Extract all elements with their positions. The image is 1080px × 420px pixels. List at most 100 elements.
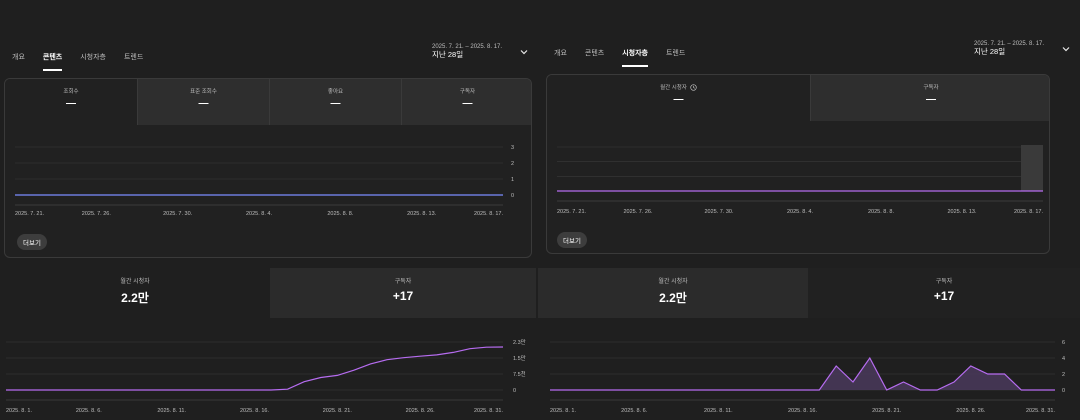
- audience-metrics-card: 월간 시청자 — 구독자 — 32102025. 7. 21.2025. 7. …: [546, 74, 1050, 254]
- x-tick-label: 2025. 8. 17.: [1014, 209, 1044, 215]
- x-tick-label: 2025. 8. 1.: [550, 408, 576, 414]
- y-tick-label: 2: [1062, 372, 1065, 378]
- date-range-picker[interactable]: 2025. 7. 21. – 2025. 8. 17. 지난 28일: [974, 40, 1044, 56]
- x-tick-label: 2025. 8. 31.: [474, 408, 504, 414]
- y-tick-label: 4: [1062, 356, 1065, 362]
- metric-label: 월간 시청자: [658, 279, 688, 285]
- metric-value: —: [66, 98, 76, 109]
- x-tick-label: 2025. 7. 26.: [623, 209, 653, 215]
- see-more-button[interactable]: 더보기: [557, 232, 587, 248]
- views-line-chart: 3 2 1 0 2025. 7. 21. 2025. 7. 26. 2025. 7. 30.…: [15, 145, 514, 217]
- tab-audience[interactable]: 시청자층: [71, 53, 115, 71]
- metric-value: +17: [392, 289, 414, 303]
- metric-likes[interactable]: 좋아요 —: [269, 79, 401, 125]
- monthly-viewers-line-chart: 2.3만 1.5만 7.5천 0 2025. 8. 1. 2025. 8. 6. 2025.…: [6, 338, 526, 414]
- metric-label: 구독자: [923, 85, 939, 91]
- x-tick-label: 2025. 8. 4.: [246, 211, 272, 217]
- y-tick-label: 2: [511, 161, 514, 167]
- content-metrics-card: 조회수 — 표준 조회수 — 좋아요 — 구독자 — 3 2 1 0 2025. 7. …: [4, 78, 532, 258]
- metric-value: —: [926, 94, 936, 105]
- y-tick-label: 0: [1062, 388, 1065, 394]
- series-line: [6, 346, 504, 391]
- monthly-viewers-card-left: 월간 시청자 2.2만 구독자 +17 2.3만 1.5만 7.5천 0 2025. 8…: [0, 268, 536, 420]
- monthly-viewers-area-chart: 6 4 2 0 2025. 8. 1. 2025. 8. 6. 2025. 8. 11. 20…: [550, 340, 1065, 414]
- x-tick-label: 2025. 7. 26.: [82, 211, 112, 217]
- x-tick-label: 2025. 8. 11.: [704, 408, 733, 414]
- tab-content[interactable]: 콘텐츠: [576, 49, 613, 67]
- chevron-down-icon[interactable]: [519, 47, 529, 57]
- y-tick-label: 1.5만: [513, 354, 526, 362]
- monthly-viewers-card-right: 월간 시청자 2.2만 구독자 +17 6 4 2 0 2025. 8. 1. 2025.…: [538, 268, 1080, 420]
- metric-engaged-views[interactable]: 표준 조회수 —: [137, 79, 269, 125]
- metric-subscribers[interactable]: 구독자 —: [810, 75, 1049, 121]
- metric-value: —: [330, 98, 341, 109]
- metric-label: 구독자: [459, 89, 476, 95]
- x-tick-label: 2025. 8. 6.: [76, 408, 102, 414]
- metric-tab-row: 조회수 — 표준 조회수 — 좋아요 — 구독자 —: [5, 79, 531, 125]
- metric-label: 월간 시청자: [120, 279, 150, 285]
- x-tick-label: 2025. 8. 16.: [240, 408, 270, 414]
- x-tick-label: 2025. 8. 8.: [327, 211, 353, 217]
- right-tab-bar: 개요 콘텐츠 시청자층 트렌드: [545, 49, 694, 67]
- metric-label-row: 월간 시청자: [547, 83, 810, 91]
- left-header: 개요 콘텐츠 시청자층 트렌드 2025. 7. 21. – 2025. 8. …: [0, 38, 538, 71]
- chevron-down-icon[interactable]: [1061, 44, 1071, 54]
- x-tick-label: 2025. 8. 21.: [323, 408, 353, 414]
- y-tick-label: 3: [511, 145, 514, 151]
- y-tick-label: 1: [511, 177, 514, 183]
- see-more-button[interactable]: 더보기: [17, 234, 47, 250]
- y-tick-label: 2.3만: [513, 338, 526, 346]
- metric-tab-row: 월간 시청자 — 구독자 —: [547, 75, 1049, 121]
- x-tick-label: 2025. 7. 21.: [557, 209, 587, 215]
- x-tick-label: 2025. 8. 6.: [621, 408, 647, 414]
- metric-value: 2.2만: [659, 291, 687, 305]
- metric-value: 2.2만: [121, 291, 149, 305]
- hover-band: [1021, 145, 1043, 191]
- metric-value: —: [462, 98, 473, 109]
- y-tick-label: 0: [513, 388, 516, 394]
- metric-label: 표준 조회수: [190, 89, 217, 95]
- y-tick-label: 7.5천: [513, 370, 526, 378]
- x-tick-label: 2025. 8. 8.: [868, 209, 894, 215]
- x-tick-label: 2025. 8. 4.: [787, 209, 813, 215]
- x-tick-label: 2025. 7. 21.: [15, 211, 45, 217]
- x-tick-label: 2025. 8. 11.: [157, 408, 186, 414]
- tab-trends[interactable]: 트렌드: [115, 53, 152, 71]
- x-tick-label: 2025. 8. 13.: [407, 211, 437, 217]
- x-tick-label: 2025. 8. 31.: [1026, 408, 1056, 414]
- clock-icon: [690, 83, 697, 91]
- y-tick-label: 6: [1062, 340, 1065, 346]
- date-period-label: 지난 28일: [432, 50, 464, 59]
- tab-overview[interactable]: 개요: [545, 49, 576, 67]
- right-header: 개요 콘텐츠 시청자층 트렌드 2025. 7. 21. – 2025. 8. …: [542, 38, 1080, 68]
- tab-content[interactable]: 콘텐츠: [34, 53, 71, 71]
- x-tick-label: 2025. 8. 21.: [872, 408, 902, 414]
- metric-value: —: [673, 94, 684, 105]
- metric-subscribers[interactable]: 구독자 +17: [808, 268, 1080, 318]
- metric-subscribers[interactable]: 구독자 +17: [270, 268, 536, 318]
- metric-monthly-viewers[interactable]: 월간 시청자 2.2만: [538, 268, 808, 318]
- x-tick-label: 2025. 8. 16.: [788, 408, 818, 414]
- x-tick-label: 2025. 8. 1.: [6, 408, 32, 414]
- x-tick-label: 2025. 8. 26.: [956, 408, 986, 414]
- metric-value: —: [198, 98, 209, 109]
- metric-monthly-viewers[interactable]: 월간 시청자 2.2만: [0, 268, 270, 318]
- x-tick-label: 2025. 7. 30.: [704, 209, 734, 215]
- x-tick-label: 2025. 8. 13.: [947, 209, 977, 215]
- metric-value: +17: [933, 289, 955, 303]
- metric-label: 좋아요: [327, 89, 344, 95]
- metric-monthly-viewers[interactable]: 월간 시청자 —: [547, 75, 810, 121]
- metric-subscribers[interactable]: 구독자 —: [401, 79, 531, 125]
- metric-views[interactable]: 조회수 —: [5, 79, 137, 125]
- tab-overview[interactable]: 개요: [3, 53, 34, 71]
- date-range-picker[interactable]: 2025. 7. 21. – 2025. 8. 17. 지난 28일: [432, 43, 502, 59]
- metric-label: 구독자: [394, 279, 412, 285]
- date-period-label: 지난 28일: [974, 47, 1006, 56]
- tab-trends[interactable]: 트렌드: [657, 49, 694, 67]
- y-tick-label: 0: [511, 193, 514, 199]
- x-tick-label: 2025. 8. 26.: [406, 408, 436, 414]
- metric-label: 월간 시청자: [660, 85, 687, 91]
- metric-label: 조회수: [63, 89, 79, 95]
- tab-audience[interactable]: 시청자층: [613, 49, 657, 67]
- monthly-viewers-line-chart: 32102025. 7. 21.2025. 7. 26.2025. 7. 30.…: [557, 145, 1044, 215]
